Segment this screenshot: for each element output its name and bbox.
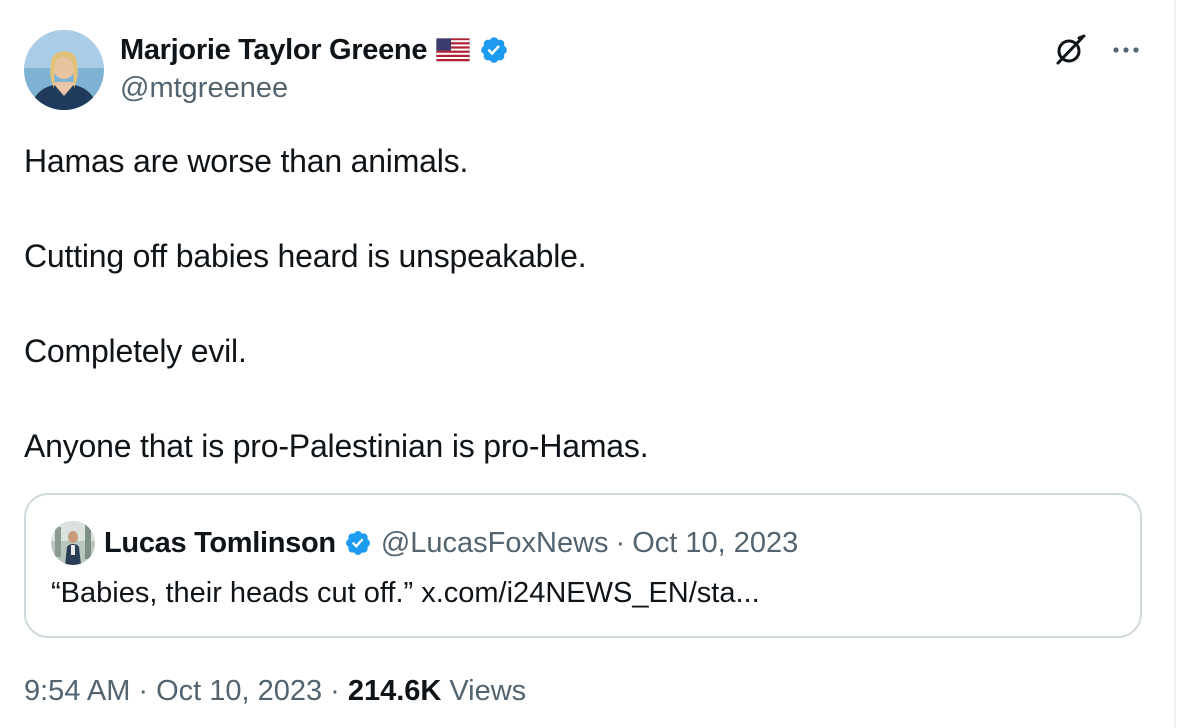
author-name[interactable]: Marjorie Taylor Greene bbox=[120, 34, 427, 67]
quoted-tweet-text: “Babies, their heads cut off.” x.com/i24… bbox=[51, 577, 760, 609]
more-button[interactable] bbox=[1106, 30, 1146, 70]
us-flag-icon bbox=[435, 37, 471, 63]
separator-dot: · bbox=[330, 675, 340, 707]
verified-badge-icon bbox=[344, 529, 372, 557]
tweet-paragraph: Anyone that is pro-Palestinian is pro-Ha… bbox=[24, 428, 649, 464]
separator-dot: · bbox=[615, 526, 626, 559]
author-name-row: Marjorie Taylor Greene bbox=[120, 30, 509, 70]
quoted-tweet-date: Oct 10, 2023 bbox=[632, 526, 799, 559]
quoted-author-name: Lucas Tomlinson bbox=[104, 526, 336, 559]
tweet-time[interactable]: 9:54 AM bbox=[24, 675, 130, 708]
tweet-meta: 9:54 AM · Oct 10, 2023 · 214.6K Views bbox=[24, 675, 526, 708]
tweet-paragraph: Hamas are worse than animals. bbox=[24, 143, 469, 179]
grok-icon bbox=[1053, 33, 1087, 67]
author-handle[interactable]: @mtgreenee bbox=[120, 72, 288, 105]
tweet-date[interactable]: Oct 10, 2023 bbox=[156, 675, 322, 708]
views-label: Views bbox=[449, 675, 527, 707]
verified-badge-icon[interactable] bbox=[479, 35, 509, 65]
quoted-author-handle: @LucasFoxNews bbox=[380, 526, 609, 559]
tweet: Marjorie Taylor Greene @mtgreenee Hamas … bbox=[0, 0, 1176, 728]
separator-dot: · bbox=[138, 675, 149, 707]
avatar-image bbox=[24, 30, 104, 110]
author-avatar[interactable] bbox=[24, 30, 104, 110]
tweet-paragraph: Completely evil. bbox=[24, 333, 247, 369]
more-icon bbox=[1112, 46, 1140, 54]
quoted-tweet-card[interactable]: Lucas Tomlinson @LucasFoxNews · Oct 10, … bbox=[24, 493, 1142, 638]
views-count: 214.6K bbox=[347, 675, 442, 707]
tweet-text: Hamas are worse than animals. Cutting of… bbox=[24, 142, 1144, 522]
tweet-paragraph: Cutting off babies heard is unspeakable. bbox=[24, 238, 587, 274]
quoted-author-avatar[interactable] bbox=[51, 521, 95, 565]
quoted-tweet-header: Lucas Tomlinson @LucasFoxNews · Oct 10, … bbox=[51, 520, 798, 566]
grok-button[interactable] bbox=[1050, 30, 1090, 70]
